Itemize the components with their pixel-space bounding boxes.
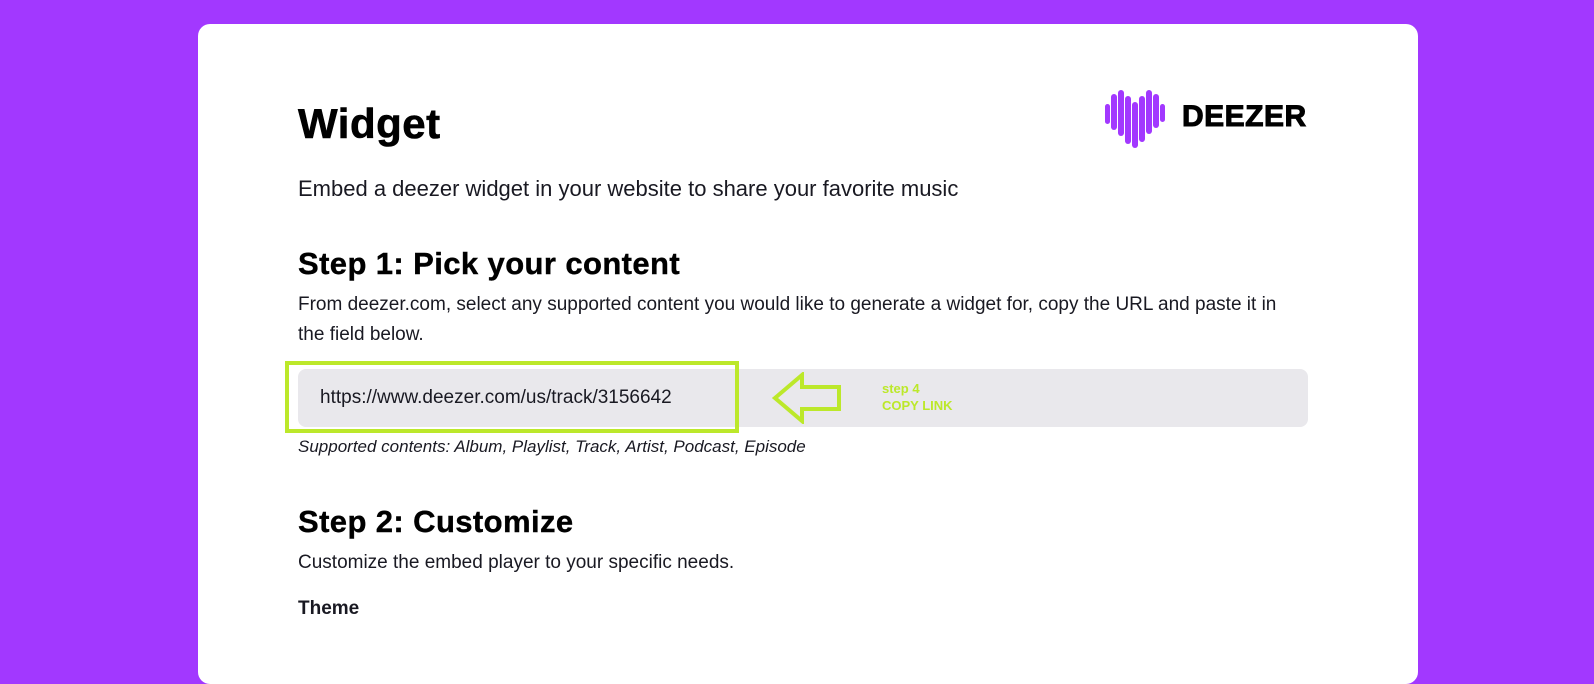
step2-title: Step 2: Customize xyxy=(298,504,574,539)
step2-description: Customize the embed player to your speci… xyxy=(298,552,735,573)
theme-label: Theme xyxy=(298,598,360,619)
main-card: Widget DEEZER Embed a deezer widget in y… xyxy=(198,24,1418,684)
step1-title: Step 1: Pick your content xyxy=(298,246,681,281)
url-highlight-box xyxy=(285,361,739,433)
annotation-label: step 4 COPY LINK xyxy=(882,380,953,414)
logo-text: DEEZER xyxy=(1182,100,1307,134)
left-arrow-icon xyxy=(772,372,841,424)
page-lead: Embed a deezer widget in your website to… xyxy=(298,176,959,201)
deezer-heart-icon xyxy=(1105,90,1165,148)
deezer-logo[interactable]: DEEZER xyxy=(1104,86,1307,148)
page-title: Widget xyxy=(298,100,441,148)
step1-description: From deezer.com, select any supported co… xyxy=(298,294,1277,345)
annotation-action: COPY LINK xyxy=(882,398,953,413)
annotation-step: step 4 xyxy=(882,381,920,396)
supported-contents: Supported contents: Album, Playlist, Tra… xyxy=(298,437,806,456)
